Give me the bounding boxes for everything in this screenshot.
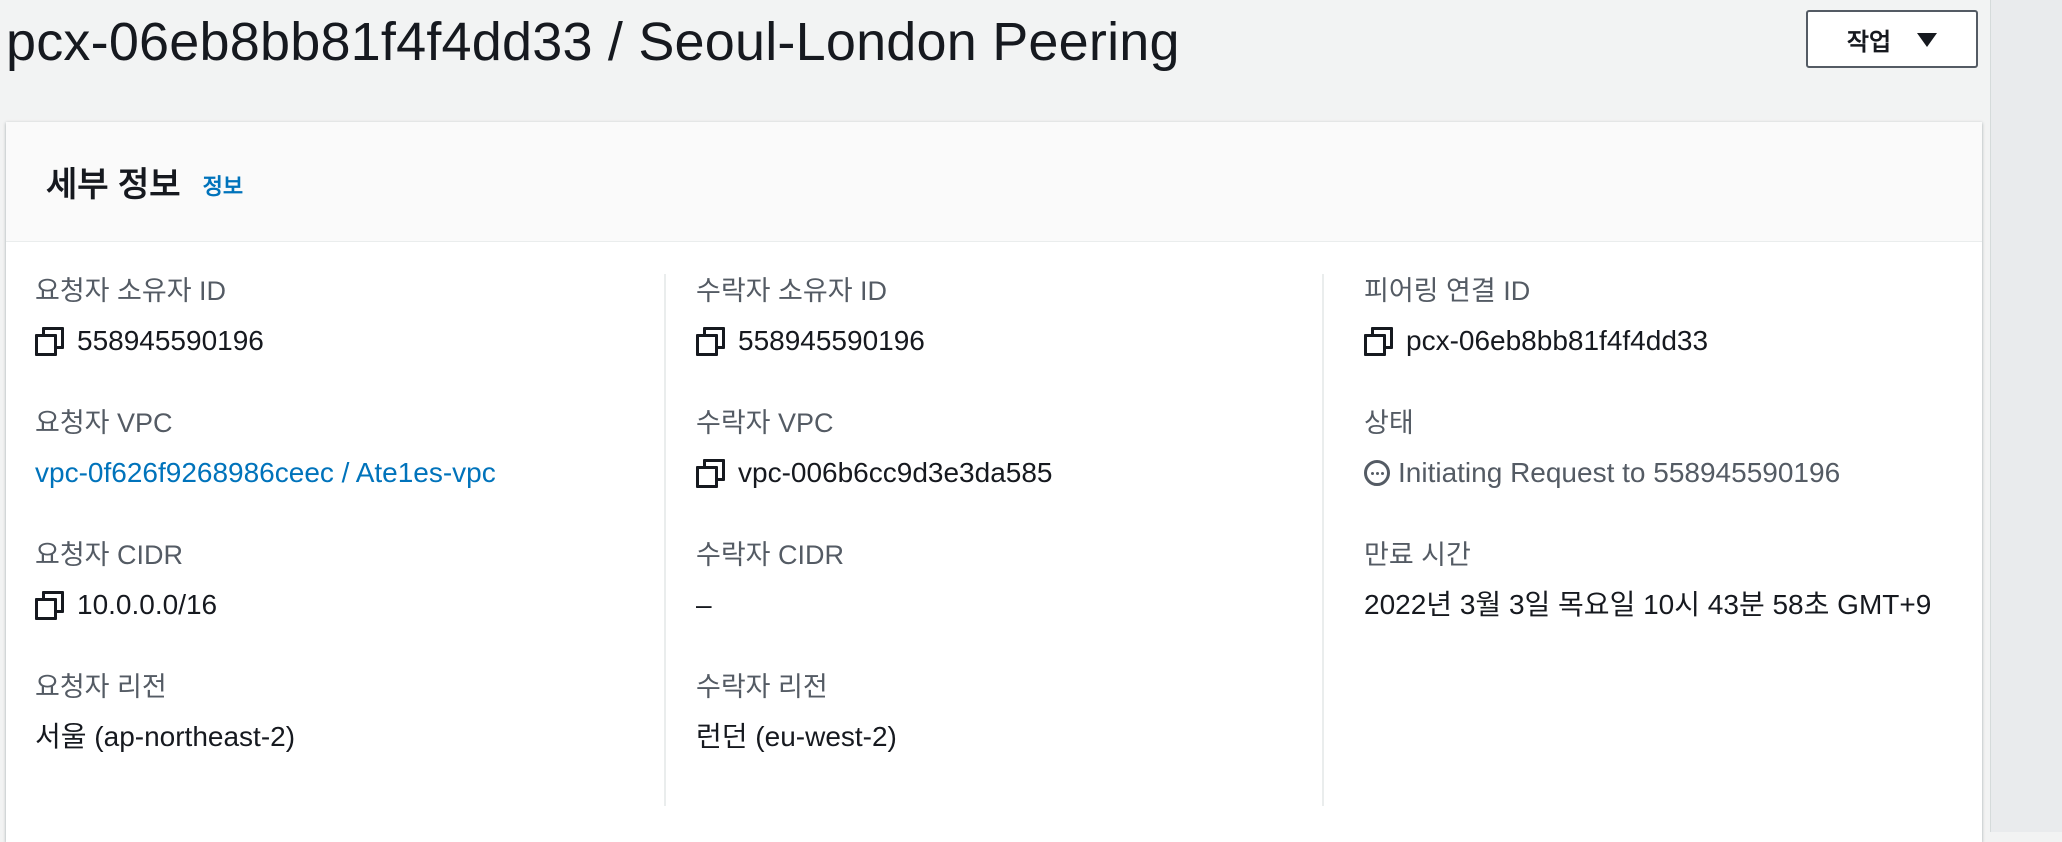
column-divider: [1322, 274, 1324, 806]
copy-icon[interactable]: [696, 327, 725, 356]
details-panel-header: 세부 정보 정보: [6, 122, 1982, 242]
accepter-owner-id-field: 수락자 소유자 ID 558945590196: [696, 274, 925, 358]
pending-status-icon: [1364, 460, 1390, 486]
field-label: 요청자 리전: [35, 672, 167, 702]
accepter-region-field: 수락자 리전 런던 (eu-west-2): [696, 670, 897, 754]
field-label: 요청자 소유자 ID: [35, 276, 227, 306]
field-label: 상태: [1364, 408, 1414, 438]
copy-icon[interactable]: [35, 591, 64, 620]
accepter-region-value: 런던 (eu-west-2): [696, 721, 897, 752]
field-label: 요청자 VPC: [35, 408, 173, 438]
copy-icon[interactable]: [1364, 327, 1393, 356]
requester-cidr-value: 10.0.0.0/16: [77, 589, 218, 620]
accepter-owner-id-value: 558945590196: [738, 325, 925, 356]
accepter-vpc-value: vpc-006b6cc9d3e3da585: [738, 457, 1053, 488]
requester-region-field: 요청자 리전 서울 (ap-northeast-2): [35, 670, 295, 754]
details-columns: 요청자 소유자 ID 558945590196 요청자 VPC vpc-0f62…: [6, 274, 1982, 806]
requester-owner-id-value: 558945590196: [77, 325, 264, 356]
field-label: 수락자 소유자 ID: [696, 276, 888, 306]
status-field: 상태 Initiating Request to 558945590196: [1364, 406, 1840, 490]
requester-vpc-value[interactable]: vpc-0f626f9268986ceec / Ate1es-vpc: [35, 456, 496, 490]
accepter-vpc-field: 수락자 VPC vpc-006b6cc9d3e3da585: [696, 406, 1052, 490]
field-label: 수락자 CIDR: [696, 540, 845, 570]
actions-button-label: 작업: [1846, 28, 1892, 56]
peering-connection-id-value: pcx-06eb8bb81f4f4dd33: [1406, 325, 1709, 356]
field-label: 피어링 연결 ID: [1364, 276, 1531, 306]
column-divider: [664, 274, 666, 806]
accepter-column: 수락자 소유자 ID 558945590196 수락자 VPC vpc-006b…: [696, 274, 1316, 806]
field-label: 수락자 VPC: [696, 408, 834, 438]
field-label: 수락자 리전: [696, 672, 828, 702]
info-link[interactable]: 정보: [203, 169, 243, 201]
details-panel-title: 세부 정보: [46, 166, 181, 204]
expiration-time-value: 2022년 3월 3일 목요일 10시 43분 58초 GMT+9: [1364, 589, 1932, 620]
page-title: pcx-06eb8bb81f4f4dd33 / Seoul-London Pee…: [6, 12, 1180, 72]
requester-owner-id-field: 요청자 소유자 ID 558945590196: [35, 274, 264, 358]
right-side-rail: [1990, 0, 2062, 832]
peering-connection-id-field: 피어링 연결 ID pcx-06eb8bb81f4f4dd33: [1364, 274, 1708, 358]
accepter-cidr-field: 수락자 CIDR –: [696, 538, 844, 622]
requester-cidr-field: 요청자 CIDR 10.0.0.0/16: [35, 538, 217, 622]
copy-icon[interactable]: [696, 459, 725, 488]
copy-icon[interactable]: [35, 327, 64, 356]
details-panel: 세부 정보 정보 요청자 소유자 ID 558945590196 요청자 VPC…: [6, 122, 1982, 842]
requester-region-value: 서울 (ap-northeast-2): [35, 721, 296, 752]
expiration-time-field: 만료 시간 2022년 3월 3일 목요일 10시 43분 58초 GMT+9: [1364, 538, 1931, 622]
connection-column: 피어링 연결 ID pcx-06eb8bb81f4f4dd33 상태 Initi…: [1364, 274, 1974, 806]
requester-column: 요청자 소유자 ID 558945590196 요청자 VPC vpc-0f62…: [35, 274, 496, 806]
actions-dropdown-button[interactable]: 작업: [1806, 10, 1978, 68]
field-label: 만료 시간: [1364, 540, 1471, 570]
field-label: 요청자 CIDR: [35, 540, 184, 570]
requester-vpc-link[interactable]: vpc-0f626f9268986ceec / Ate1es-vpc: [35, 456, 496, 490]
accepter-cidr-value: –: [696, 589, 712, 620]
caret-down-icon: [1917, 33, 1938, 47]
status-value: Initiating Request to 558945590196: [1398, 457, 1841, 488]
requester-vpc-field: 요청자 VPC vpc-0f626f9268986ceec / Ate1es-v…: [35, 406, 496, 490]
